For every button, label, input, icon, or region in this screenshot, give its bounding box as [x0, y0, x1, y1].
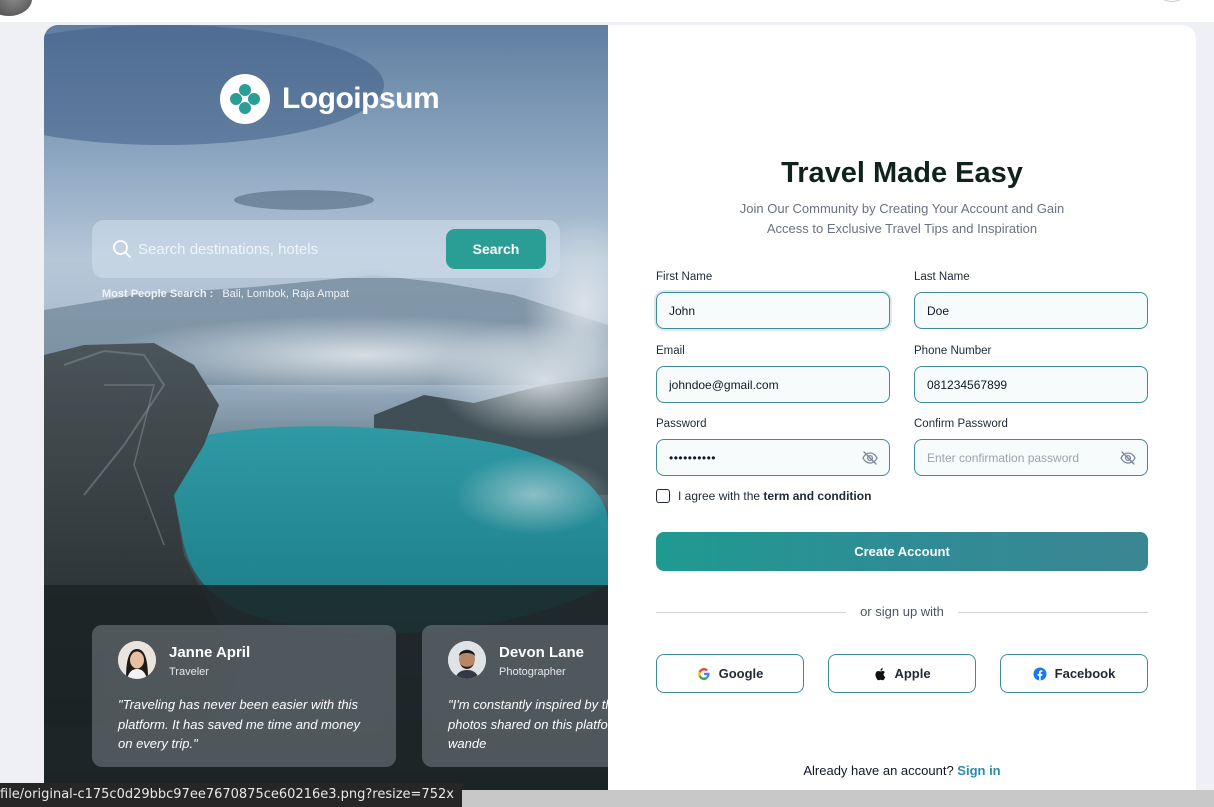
signup-card: Logoipsum Search Most People Search : Ba…	[44, 25, 1196, 807]
avatar	[118, 641, 156, 679]
eye-off-icon[interactable]	[861, 449, 879, 467]
profile-button[interactable]	[1152, 0, 1192, 2]
brand-name: Logoipsum	[282, 82, 440, 115]
brand-logo[interactable]: Logoipsum	[220, 74, 440, 124]
testimonial-quote: "I'm constantly inspired by the stories …	[448, 697, 608, 751]
status-url: file/original-c175c0d29bbc97ee7670875ce6…	[0, 783, 462, 807]
testimonial-quote: "Traveling has never been easier with th…	[118, 697, 361, 751]
phone-field[interactable]	[914, 366, 1148, 403]
last-name-label: Last Name	[914, 271, 970, 283]
popular-values[interactable]: Bali, Lombok, Raja Ampat	[222, 288, 349, 300]
confirm-password-field[interactable]	[914, 439, 1148, 476]
signin-prompt: Already have an account? Sign in	[608, 763, 1196, 778]
testimonial-card: Devon Lane Photographer "I'm constantly …	[422, 625, 608, 767]
popular-searches: Most People Search : Bali, Lombok, Raja …	[102, 288, 349, 300]
facebook-icon	[1033, 667, 1047, 680]
hero-panel: Logoipsum Search Most People Search : Ba…	[44, 25, 608, 807]
terms-link[interactable]: term and condition	[763, 489, 871, 503]
google-icon	[697, 667, 710, 680]
password-label: Password	[656, 418, 707, 430]
terms-checkbox[interactable]	[656, 489, 670, 503]
testimonial-role: Photographer	[499, 666, 566, 678]
logo-icon	[220, 74, 270, 124]
search-button[interactable]: Search	[446, 229, 546, 269]
facebook-signup-button[interactable]: Facebook	[1000, 654, 1148, 693]
popular-label: Most People Search :	[102, 288, 214, 300]
status-strip	[460, 790, 1214, 807]
browser-top-strip	[0, 0, 1214, 22]
apple-label: Apple	[894, 666, 931, 681]
testimonial-role: Traveler	[169, 666, 209, 678]
subtitle-line: Join Our Community by Creating Your Acco…	[739, 201, 1065, 216]
email-field[interactable]	[656, 366, 890, 403]
google-signup-button[interactable]: Google	[656, 654, 804, 693]
terms-agreement: I agree with the term and condition	[656, 489, 871, 503]
divider	[958, 612, 1148, 613]
apple-signup-button[interactable]: Apple	[828, 654, 976, 693]
divider	[656, 612, 846, 613]
eye-off-icon[interactable]	[1119, 449, 1137, 467]
page-title: Travel Made Easy	[781, 157, 1023, 189]
search-input[interactable]	[138, 234, 438, 264]
signin-link[interactable]: Sign in	[957, 763, 1000, 778]
signin-text: Already have an account?	[803, 763, 954, 778]
destination-search: Search	[92, 220, 560, 278]
terms-prefix: I agree with the	[678, 489, 761, 503]
testimonial-name: Janne April	[169, 644, 251, 661]
google-label: Google	[718, 666, 764, 681]
confirm-password-label: Confirm Password	[914, 418, 1008, 430]
testimonial-card: Janne April Traveler "Traveling has neve…	[92, 625, 396, 767]
subtitle-line: Access to Exclusive Travel Tips and Insp…	[766, 220, 1038, 236]
testimonial-name: Devon Lane	[499, 644, 585, 661]
user-avatar[interactable]	[0, 0, 32, 16]
apple-icon	[875, 667, 886, 680]
phone-label: Phone Number	[914, 345, 992, 357]
create-account-button[interactable]: Create Account	[656, 532, 1148, 571]
email-label: Email	[656, 345, 685, 357]
divider-label: or sign up with	[860, 604, 944, 619]
search-icon	[113, 240, 131, 258]
avatar	[448, 641, 486, 679]
facebook-label: Facebook	[1054, 666, 1116, 681]
terms-text: I agree with the term and condition	[678, 489, 871, 503]
first-name-label: First Name	[656, 271, 713, 283]
last-name-field[interactable]	[914, 292, 1148, 329]
first-name-field[interactable]	[656, 292, 890, 329]
password-field[interactable]	[656, 439, 890, 476]
page-subtitle: Join Our Community by Creating Your Acco…	[608, 199, 1196, 238]
